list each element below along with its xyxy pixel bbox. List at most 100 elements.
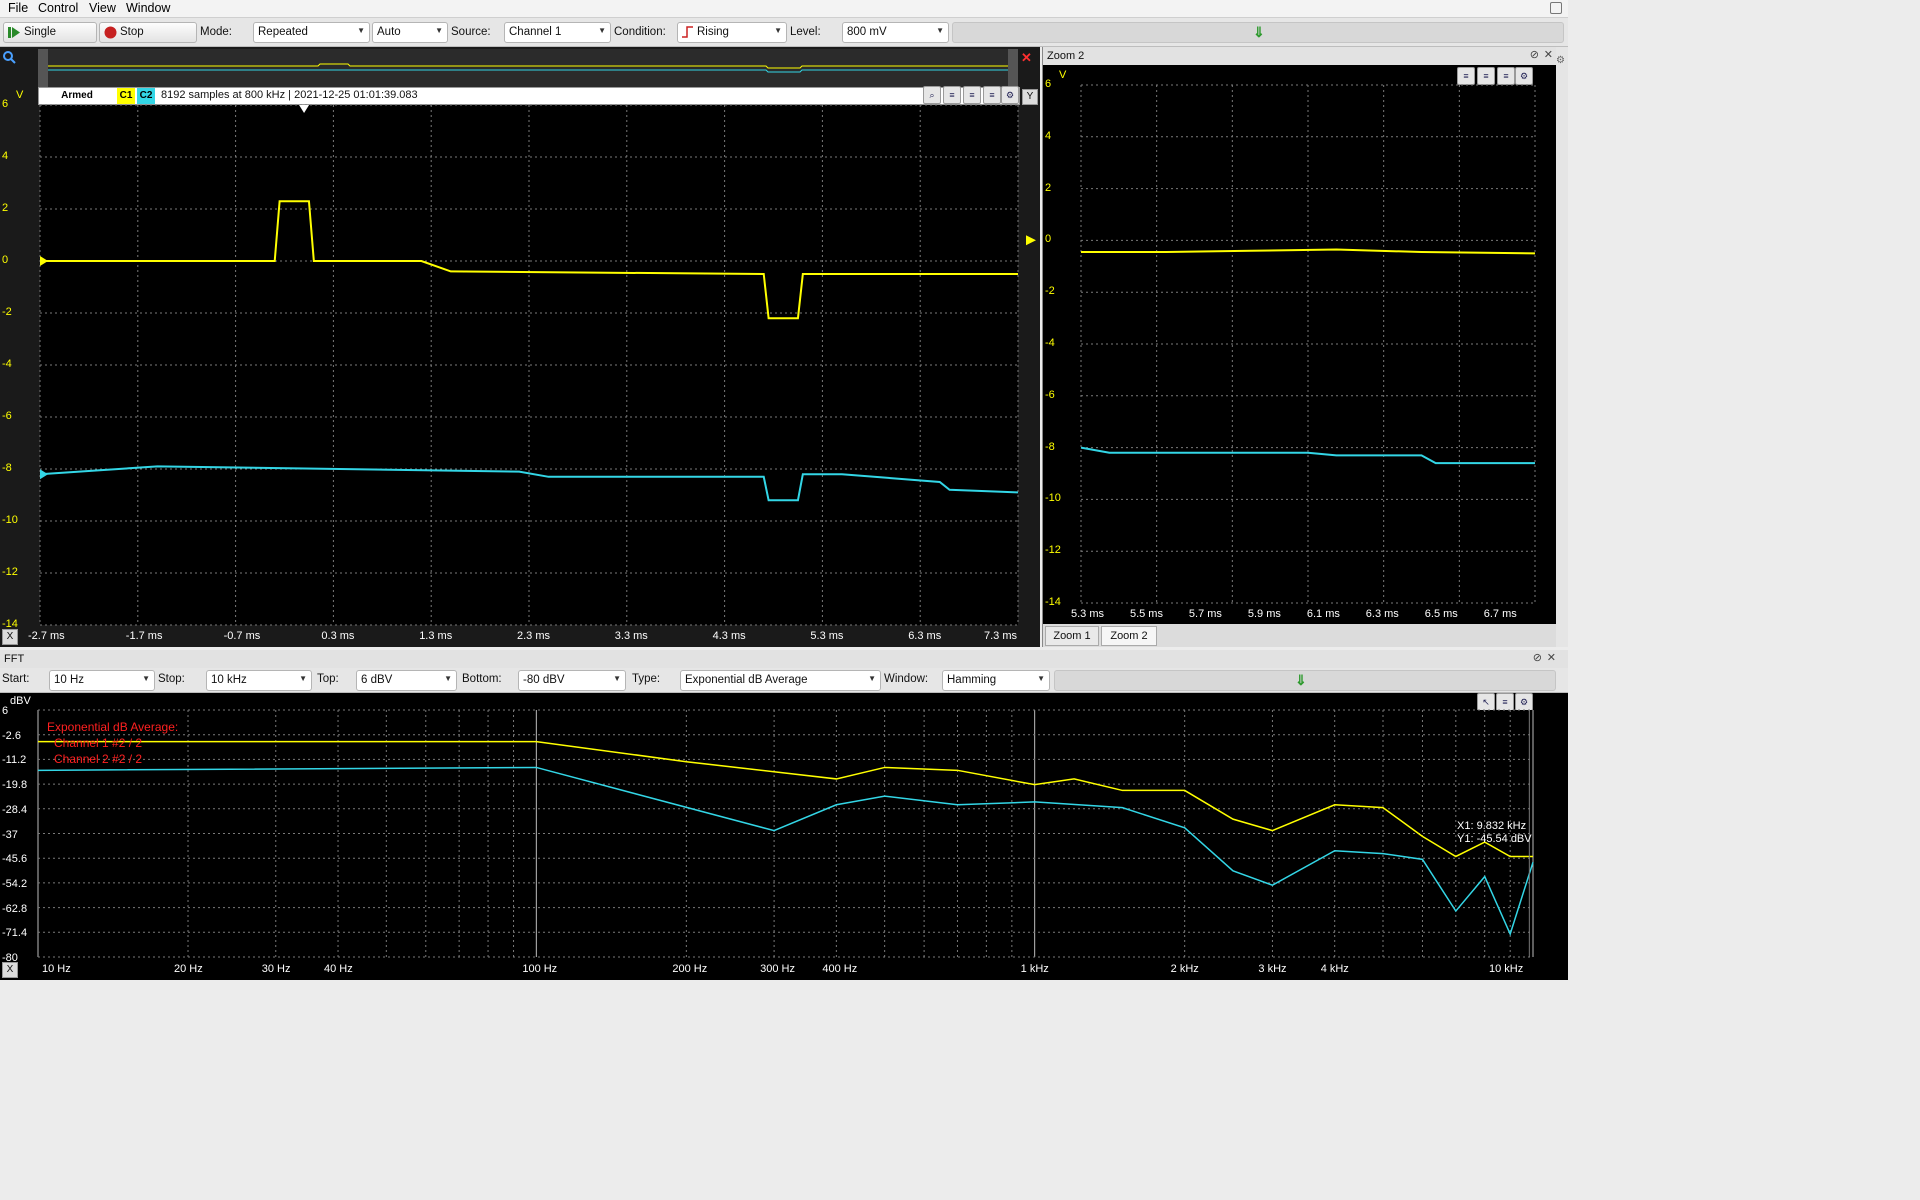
zoom-x-tick: 6.3 ms: [1365, 608, 1399, 620]
fft-window-label: Window:: [884, 673, 929, 685]
fft-stop-select[interactable]: 10 kHz ▼: [206, 670, 312, 691]
fft-close-icon[interactable]: ✕: [1547, 651, 1556, 664]
fft-x-tick: 3 kHz: [1258, 963, 1287, 975]
fft-y-tick: -11.2: [2, 754, 27, 767]
c2-chip[interactable]: C2: [137, 88, 155, 104]
cursor-tool-icon[interactable]: ≡: [943, 86, 961, 104]
scope-y-tick: -2: [2, 306, 12, 318]
fft-start-label: Start:: [2, 673, 30, 685]
fft-x-tick: 10 Hz: [42, 963, 71, 975]
chevron-down-icon: ▼: [299, 674, 307, 683]
down-arrow-icon[interactable]: ⇓: [1253, 24, 1265, 41]
chevron-down-icon: ▼: [936, 26, 944, 35]
level-input[interactable]: 800 mV ▼: [842, 22, 949, 43]
fft-settings-gear-icon[interactable]: ⚙: [1515, 693, 1533, 711]
y-axis-button[interactable]: Y: [1022, 89, 1038, 105]
auto-select[interactable]: Auto ▼: [372, 22, 448, 43]
fft-series-line-1: [38, 740, 1533, 858]
fft-plot[interactable]: [0, 650, 1568, 980]
mode-value: Repeated: [258, 26, 308, 38]
fft-title-bar: FFT ⊘ ✕: [0, 650, 1568, 668]
fft-bottom-select[interactable]: -80 dBV ▼: [518, 670, 626, 691]
scope-plot[interactable]: [0, 47, 1040, 647]
panel-restore-icon[interactable]: ⊘: [1530, 48, 1539, 61]
fft-window-select[interactable]: Hamming ▼: [942, 670, 1050, 691]
fft-bottom-label: Bottom:: [462, 673, 502, 685]
fft-x-tick: 2 kHz: [1170, 963, 1199, 975]
fft-y-tick: -2.6: [2, 729, 21, 742]
condition-select[interactable]: Rising ▼: [677, 22, 787, 43]
zoom-y-tick: -4: [1045, 337, 1055, 349]
window-maximize-button[interactable]: [1550, 2, 1562, 14]
zoom-x-tick: 6.1 ms: [1306, 608, 1340, 620]
fft-type-select[interactable]: Exponential dB Average ▼: [680, 670, 881, 691]
level-value: 800 mV: [847, 26, 887, 38]
menu-control[interactable]: Control: [38, 1, 78, 15]
scope-x-tick: -2.7 ms: [28, 630, 65, 642]
fft-start-select[interactable]: 10 Hz ▼: [49, 670, 155, 691]
fft-x-tick: 300 Hz: [760, 963, 795, 975]
x-axis-button[interactable]: X: [2, 629, 18, 645]
zoom-measure-icon[interactable]: ≡: [1477, 67, 1495, 85]
magnifier-icon[interactable]: [2, 50, 16, 64]
fft-y-tick: 6: [2, 705, 9, 717]
overview-strip[interactable]: [38, 49, 1018, 87]
y-unit-label: V: [16, 89, 24, 101]
measure-tool-icon[interactable]: ≡: [963, 86, 981, 104]
mode-label: Mode:: [200, 26, 232, 38]
fft-down-arrow-icon[interactable]: ⇓: [1295, 672, 1307, 689]
fft-x-tick: 20 Hz: [174, 963, 203, 975]
zoom-settings-gear-icon[interactable]: ⚙: [1515, 67, 1533, 85]
chevron-down-icon: ▼: [613, 674, 621, 683]
zoom-series-line-c2: [1080, 446, 1535, 465]
fft-y-tick: -19.8: [2, 779, 28, 792]
fft-x-tick: 100 Hz: [522, 963, 558, 975]
chevron-down-icon: ▼: [142, 674, 150, 683]
fft-cursor-icon[interactable]: ↖: [1477, 693, 1495, 711]
mode-select[interactable]: Repeated ▼: [253, 22, 370, 43]
zoom-x-tick: 5.9 ms: [1247, 608, 1281, 620]
fft-top-select[interactable]: 6 dBV ▼: [356, 670, 457, 691]
fft-controls: Start: 10 Hz ▼ Stop: 10 kHz ▼ Top: 6 dBV ▼ …: [0, 668, 1568, 693]
stop-button[interactable]: Stop: [99, 22, 197, 43]
zoom-plot[interactable]: [1043, 47, 1557, 647]
fft-start-value: 10 Hz: [54, 674, 85, 686]
cursor-readout: X1: 9.832 kHz Y1: -45.54 dBV: [1457, 820, 1532, 846]
menu-view[interactable]: View: [89, 1, 116, 15]
zoom-x-tick: 5.7 ms: [1188, 608, 1222, 620]
settings-gear-icon[interactable]: ⚙: [1001, 86, 1019, 104]
chevron-down-icon: ▼: [774, 26, 782, 35]
scope-y-tick: 2: [2, 202, 9, 214]
tab-zoom-2[interactable]: Zoom 2: [1101, 626, 1157, 646]
zoom-title-bar: Zoom 2 ⊘ ✕: [1043, 47, 1557, 65]
menu-file[interactable]: File: [8, 1, 28, 15]
close-icon[interactable]: ✕: [1021, 50, 1032, 66]
single-label: Single: [24, 26, 56, 38]
tab-zoom-1[interactable]: Zoom 1: [1045, 626, 1099, 646]
side-gear-icon[interactable]: ⚙: [1556, 55, 1565, 66]
fft-y-unit-label: dBV: [10, 695, 31, 707]
menu-window[interactable]: Window: [126, 1, 170, 15]
scope-x-tick: 0.3 ms: [321, 630, 355, 642]
scope-y-tick: 4: [2, 150, 9, 162]
scope-x-tick: -0.7 ms: [223, 630, 261, 642]
fft-x-axis-button[interactable]: X: [2, 962, 18, 978]
fft-window-value: Hamming: [947, 674, 997, 686]
marker-tool-icon[interactable]: ≡: [983, 86, 1001, 104]
zoom-panel: Zoom 2 ⊘ ✕ V ≡ ≡ ≡ ⚙ 6 4 2 0 -2 -4 -6 -8 -10 -12 -…: [1042, 47, 1557, 647]
acquisition-info: 8192 samples at 800 kHz | 2021-12-25 01:…: [161, 89, 418, 101]
zoom-icon[interactable]: ⌕: [923, 86, 941, 104]
zoom-marker-icon[interactable]: ≡: [1497, 67, 1515, 85]
fft-measure-icon[interactable]: ≡: [1496, 693, 1514, 711]
panel-close-icon[interactable]: ✕: [1544, 48, 1553, 61]
c1-chip[interactable]: C1: [117, 88, 135, 104]
fft-x-tick: 4 kHz: [1320, 963, 1349, 975]
single-button[interactable]: Single: [3, 22, 97, 43]
fft-restore-icon[interactable]: ⊘: [1533, 651, 1542, 664]
fft-type-label: Type:: [632, 673, 661, 685]
zoom-y-tick: 2: [1045, 181, 1052, 194]
source-select[interactable]: Channel 1 ▼: [504, 22, 611, 43]
zoom-cursor-icon[interactable]: ≡: [1457, 67, 1475, 85]
scope-x-tick: 7.3 ms: [984, 630, 1018, 642]
chevron-down-icon: ▼: [868, 674, 876, 683]
